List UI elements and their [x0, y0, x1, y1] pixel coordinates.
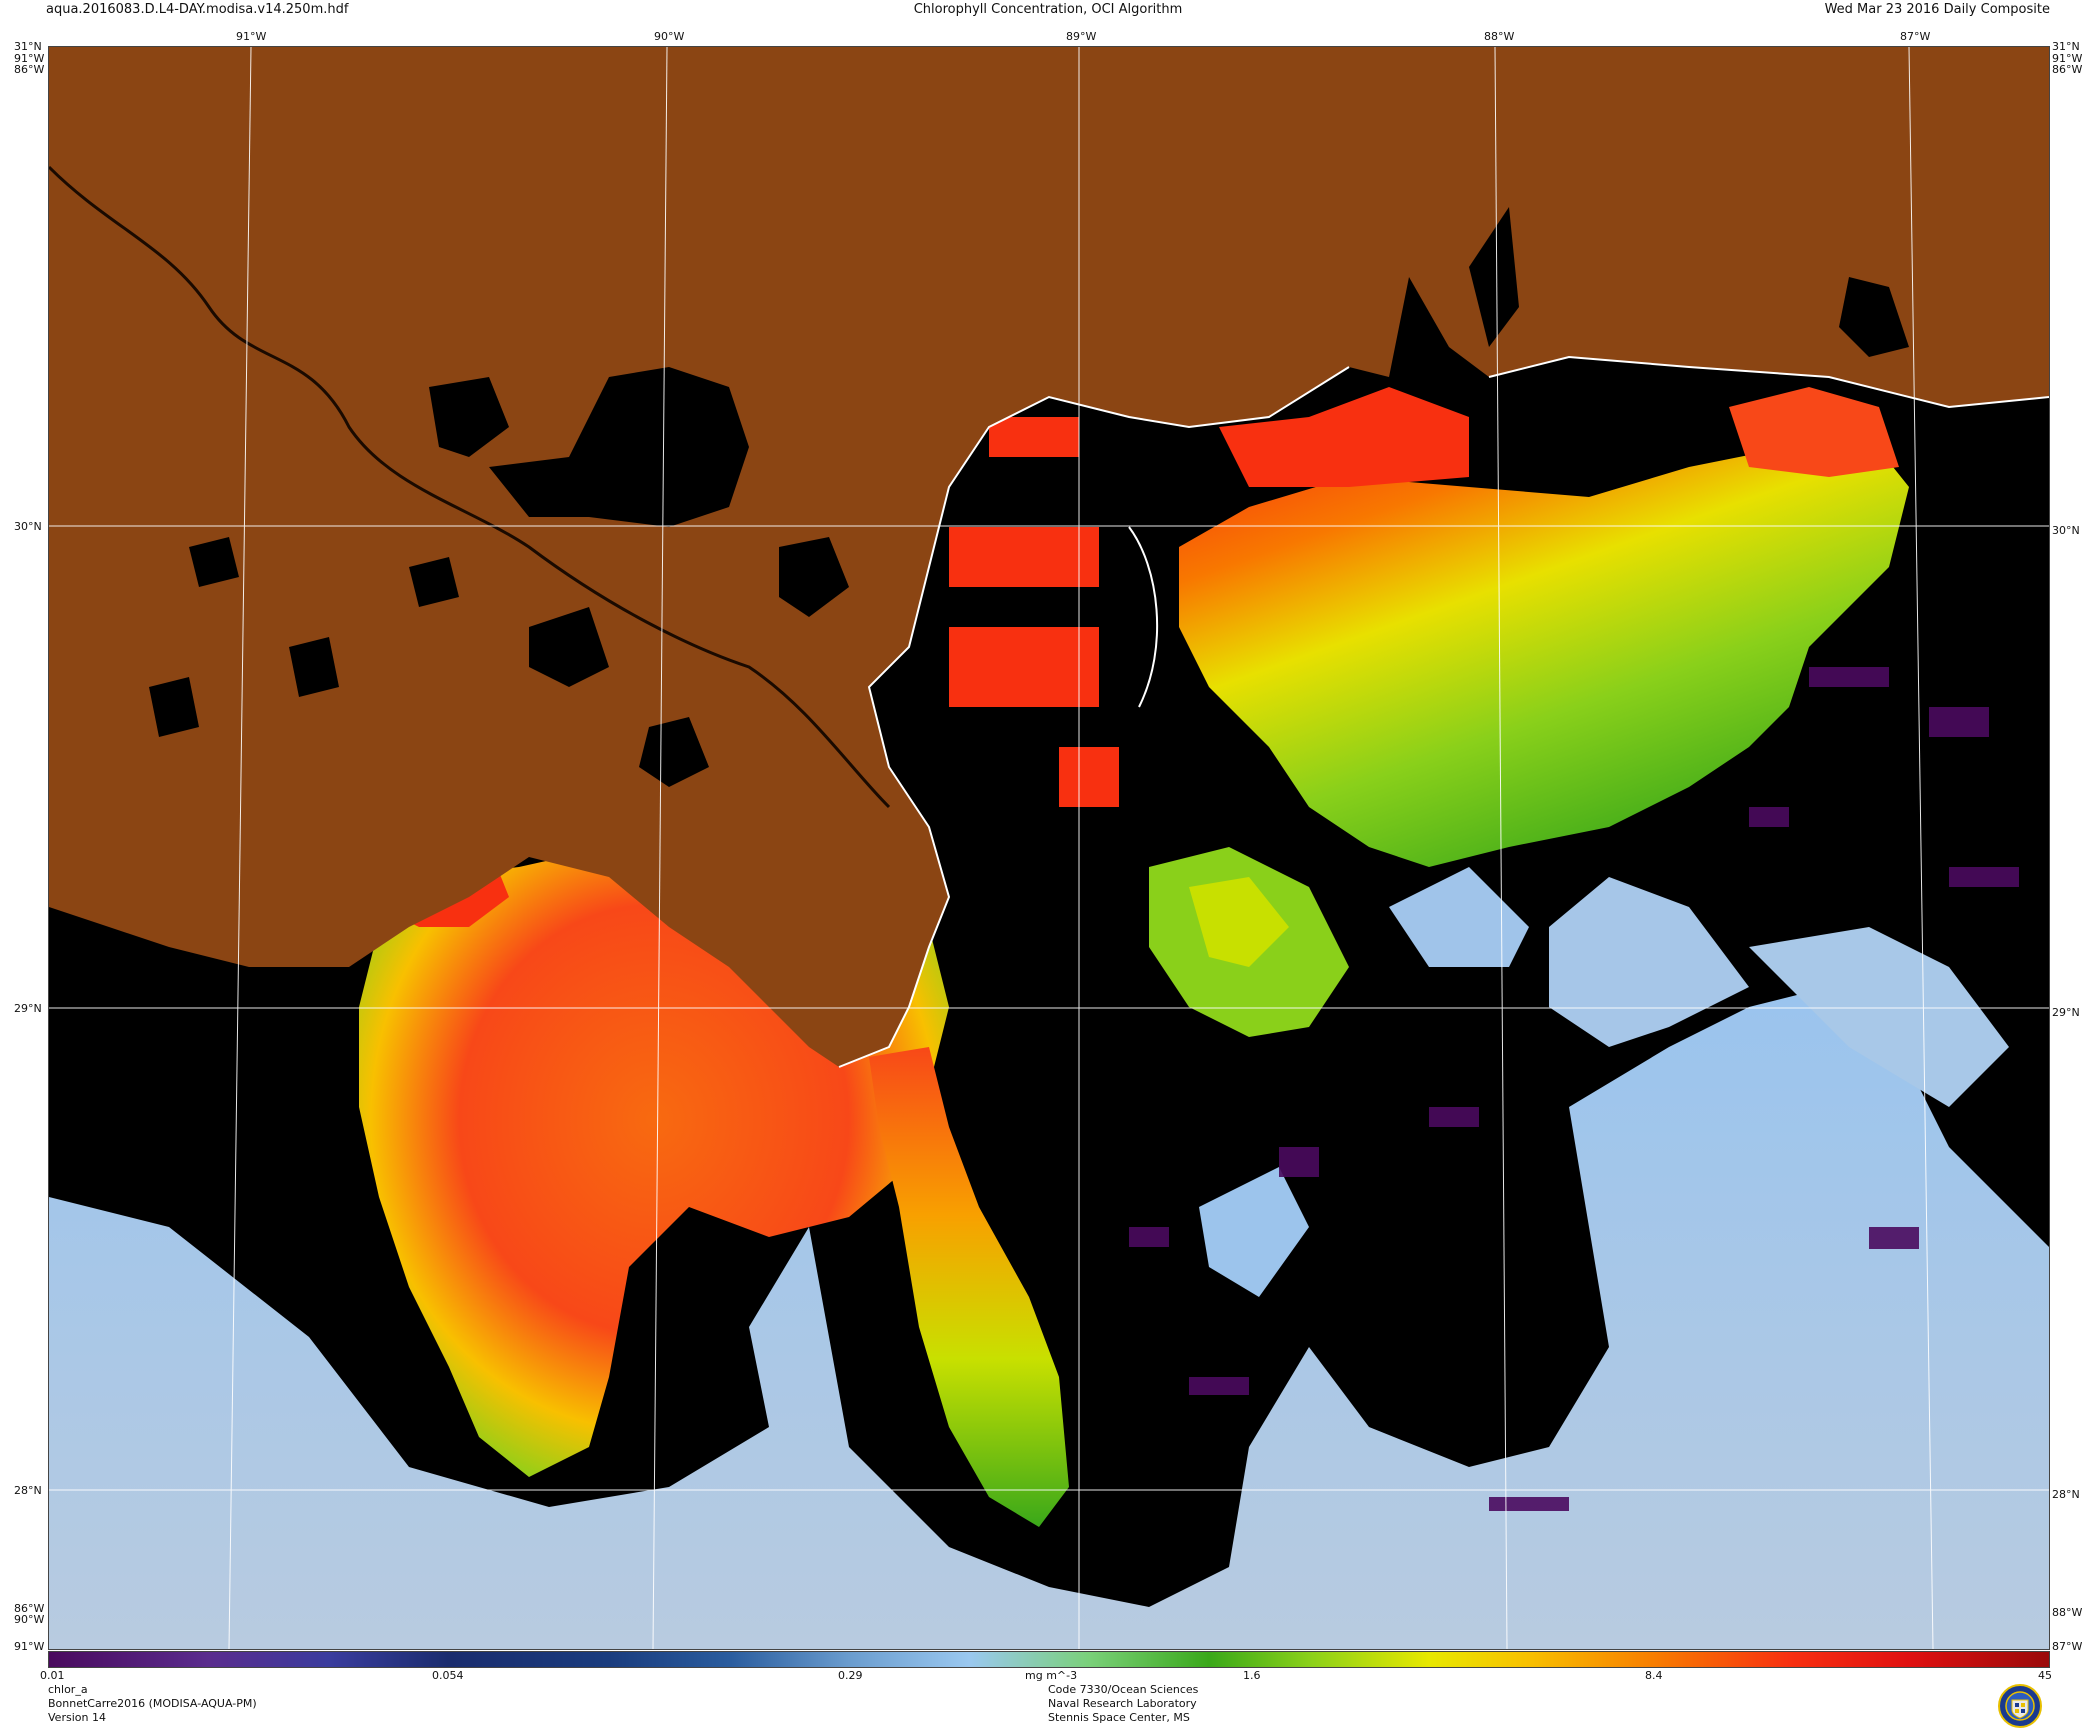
- colorbar-tick-16: 1.6: [1243, 1669, 1261, 1682]
- nearshore-red-patches: [949, 417, 1119, 807]
- colorbar-tick-0054: 0.054: [432, 1669, 464, 1682]
- colorbar-units: mg m^-3: [1025, 1669, 1078, 1682]
- chlorophyll-map[interactable]: [48, 46, 2050, 1650]
- colorbar-tick-max: 45: [2038, 1669, 2052, 1682]
- lat-label-right-29n: 29°N: [2052, 1006, 2080, 1019]
- lon-label-88w: 88°W: [1484, 30, 1515, 43]
- footer-org-line1: Code 7330/Ocean Sciences: [1048, 1683, 1199, 1696]
- clear-water-layer: [49, 867, 2049, 1649]
- corner-bottom-right-lon: 88°W: [2052, 1606, 2083, 1619]
- corner-bottom-left-lon3: 91°W: [14, 1640, 45, 1653]
- south-plume-finger: [869, 1047, 1069, 1527]
- footer-event: BonnetCarre2016 (MODISA-AQUA-PM): [48, 1697, 257, 1710]
- corner-top-right-lon-under: 86°W: [2052, 63, 2083, 76]
- lon-label-90w: 90°W: [654, 30, 685, 43]
- lat-label-left-30n: 30°N: [14, 520, 42, 533]
- footer-org-line3: Stennis Space Center, MS: [1048, 1711, 1190, 1724]
- footer-org-line2: Naval Research Laboratory: [1048, 1697, 1197, 1710]
- lon-label-91w: 91°W: [236, 30, 267, 43]
- footer-version: Version 14: [48, 1711, 106, 1724]
- footer-organization: Code 7330/Ocean Sciences Naval Research …: [1048, 1683, 1198, 1725]
- footer-product-info: chlor_a BonnetCarre2016 (MODISA-AQUA-PM)…: [48, 1683, 257, 1725]
- colorbar: [48, 1651, 2050, 1668]
- page: aqua.2016083.D.L4-DAY.modisa.v14.250m.hd…: [0, 0, 2096, 1731]
- composite-date: Wed Mar 23 2016 Daily Composite: [1824, 2, 2050, 17]
- lon-label-87w: 87°W: [1900, 30, 1931, 43]
- lon-label-89w: 89°W: [1066, 30, 1097, 43]
- corner-bottom-right-lon2: 87°W: [2052, 1640, 2083, 1653]
- colorbar-tick-min: 0.01: [40, 1669, 65, 1682]
- colorbar-tick-84: 8.4: [1645, 1669, 1663, 1682]
- chandeleur-islands: [1128, 526, 1159, 708]
- colorbar-tick-029: 0.29: [838, 1669, 863, 1682]
- lat-label-left-28n: 28°N: [14, 1484, 42, 1497]
- nrl-seal-logo: [1998, 1684, 2042, 1728]
- lat-label-left-29n: 29°N: [14, 1002, 42, 1015]
- map-svg: [49, 47, 2049, 1649]
- corner-top-left-lon-under: 86°W: [14, 63, 45, 76]
- lat-label-right-30n: 30°N: [2052, 524, 2080, 537]
- footer-variable: chlor_a: [48, 1683, 88, 1696]
- map-title: Chlorophyll Concentration, OCI Algorithm: [913, 2, 1183, 17]
- lat-label-right-28n: 28°N: [2052, 1488, 2080, 1501]
- corner-bottom-left-lon2: 90°W: [14, 1613, 45, 1626]
